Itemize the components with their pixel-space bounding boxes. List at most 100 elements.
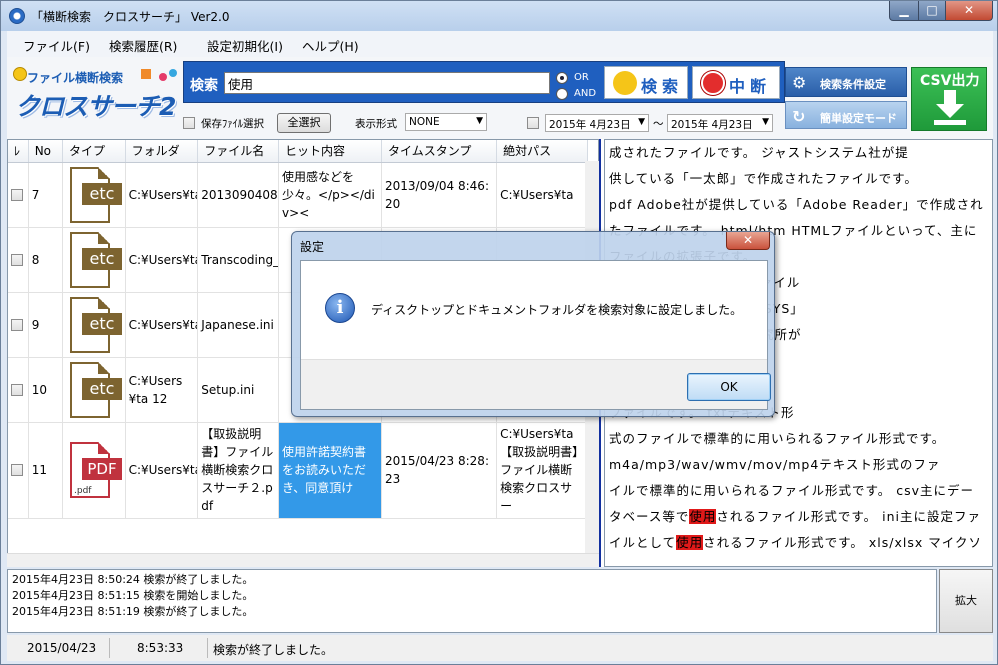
and-label: AND — [574, 88, 597, 99]
and-radio[interactable] — [556, 88, 568, 100]
row-checkbox[interactable] — [11, 253, 23, 266]
stop-icon — [701, 71, 725, 95]
music-notes-icon — [141, 69, 177, 81]
or-label: OR — [574, 72, 589, 83]
app-icon — [9, 8, 25, 24]
row-no: 9 — [28, 292, 64, 358]
row-checkbox[interactable] — [11, 318, 23, 331]
preview-text: 成されたファイルです。 ジャストシステム社が提 — [609, 145, 909, 160]
preview-line: タベース等で使用されるファイル形式です。 ini主に設定ファ — [609, 504, 988, 530]
search-panel: 検索 OR AND 検索 中断 — [183, 61, 785, 103]
status-message: 検索が終了しました。 — [213, 643, 334, 657]
simple-mode-button[interactable]: ↻ 簡単設定モード — [785, 101, 907, 129]
stop-button[interactable]: 中断 — [692, 66, 780, 99]
close-button[interactable]: ✕ — [945, 1, 993, 21]
preview-line: pdf Adobe社が提供している「Adobe Reader」で作成され — [609, 192, 988, 218]
main-window: 「横断検索 クロスサーチ」 Ver2.0 ▁ □ ✕ ファイル(F) 検索履歴(… — [0, 0, 998, 665]
preview-line: イルとして使用されるファイル形式です。 xls/xlsx マイクソ — [609, 530, 988, 556]
bulb-icon — [13, 67, 27, 81]
preview-text: 式のファイルで標準的に用いられるファイル形式です。 — [609, 431, 946, 446]
pdf-file-icon: PDF .pdf — [66, 440, 122, 500]
grid-horizontal-scrollbar[interactable] — [7, 553, 599, 567]
status-bar: 2015/04/23 8:53:33 検索が終了しました。 — [7, 635, 993, 661]
dialog-close-button[interactable]: ✕ — [726, 232, 770, 250]
or-radio[interactable] — [556, 72, 568, 84]
display-format-select[interactable]: NONE ▼ — [405, 113, 487, 131]
etc-file-icon: etc — [66, 295, 122, 355]
row-no: 11 — [28, 422, 64, 519]
date-to-picker[interactable]: 2015年 4月23日 ▼ — [667, 114, 773, 132]
row-filename: Japanese.ini — [197, 292, 280, 358]
settings-dialog: 設定 ✕ i ディスクトップとドキュメントフォルダを検索対象に設定しました。 O… — [291, 231, 775, 417]
log-area: 2015年4月23日 8:50:24 検索が終了しました。 2015年4月23日… — [7, 569, 937, 633]
search-input[interactable] — [224, 72, 550, 94]
preview-line: 成されたファイルです。 ジャストシステム社が提 — [609, 140, 988, 166]
search-conditions-button[interactable]: ⚙ 検索条件設定 — [785, 67, 907, 97]
preview-line: m4a/mp3/wav/wmv/mov/mp4テキスト形式のファ — [609, 452, 988, 478]
preview-text: イルで標準的に用いられるファイル形式です。 csv主にデー — [609, 483, 975, 498]
row-hit: 使用感などを少々。</p></div>< — [278, 162, 383, 228]
title-bar[interactable]: 「横断検索 クロスサーチ」 Ver2.0 ▁ □ ✕ — [1, 1, 997, 31]
row-filename: 20130904084 — [197, 162, 280, 228]
row-checkbox[interactable] — [11, 188, 23, 201]
col-folder[interactable]: フォルダ — [125, 140, 199, 163]
menu-help[interactable]: ヘルプ(H) — [302, 36, 359, 55]
row-folder: C:¥Users¥ta — [125, 422, 199, 519]
table-row[interactable]: 11 PDF .pdf C:¥Users¥ta 【取扱説明書】ファイル横断検索クロ… — [8, 422, 588, 519]
display-format-label: 表示形式 — [355, 118, 397, 130]
col-no[interactable]: No — [28, 140, 64, 163]
minimize-button[interactable]: ▁ — [889, 1, 919, 21]
preview-line: 供している「一太郎」で作成されたファイルです。 — [609, 166, 988, 192]
etc-file-icon: etc — [66, 230, 122, 290]
col-check[interactable]: ﾚ — [8, 140, 29, 163]
row-hit: 使用許諾契約書をお読みいただき、同意頂け — [278, 422, 383, 519]
etc-file-icon: etc — [66, 165, 122, 225]
dialog-message: ディスクトップとドキュメントフォルダを検索対象に設定しました。 — [371, 303, 743, 317]
status-time: 8:53:33 — [137, 641, 184, 655]
preview-text: イルとして — [609, 535, 677, 550]
window-title: 「横断検索 クロスサーチ」 Ver2.0 — [31, 10, 230, 24]
chevron-down-icon: ▼ — [476, 116, 483, 126]
chevron-down-icon: ▼ — [638, 117, 645, 127]
row-filename: Setup.ini — [197, 357, 280, 423]
row-no: 8 — [28, 227, 64, 293]
menu-history[interactable]: 検索履歴(R) — [109, 36, 177, 55]
select-all-button[interactable]: 全選択 — [277, 113, 331, 133]
download-icon — [934, 90, 966, 125]
date-filter-checkbox[interactable] — [527, 117, 539, 129]
col-hit[interactable]: ヒット内容 — [278, 140, 383, 163]
preview-text: m4a/mp3/wav/wmv/mov/mp4テキスト形式のファ — [609, 457, 941, 472]
menu-file[interactable]: ファイル(F) — [23, 36, 90, 55]
csv-export-button[interactable]: CSV出力 — [911, 67, 987, 131]
dialog-title: 設定 — [300, 240, 325, 254]
row-checkbox[interactable] — [11, 464, 23, 476]
grid-header: ﾚ No タイプ フォルダ ファイル名 ヒット内容 タイムスタンプ 絶対パス — [8, 140, 588, 163]
col-path[interactable]: 絶対パス — [496, 140, 588, 163]
row-no: 10 — [28, 357, 64, 423]
row-folder: C:¥Users¥ta — [125, 227, 199, 293]
row-checkbox[interactable] — [11, 383, 23, 396]
col-type[interactable]: タイプ — [62, 140, 126, 163]
save-select-label: 保存ﾌｧｲﾙ選択 — [201, 118, 264, 130]
preview-line: 式のファイルで標準的に用いられるファイル形式です。 — [609, 426, 988, 452]
col-timestamp[interactable]: タイムスタンプ — [381, 140, 498, 163]
row-filename: 【取扱説明書】ファイル横断検索クロスサーチ２.pdf — [197, 422, 280, 519]
expand-button[interactable]: 拡大 — [939, 569, 993, 633]
preview-text: 供している「一太郎」で作成されたファイルです。 — [609, 171, 918, 186]
menu-reset[interactable]: 設定初期化(I) — [207, 36, 283, 55]
gear-icon: ⚙ — [792, 73, 807, 92]
col-filename[interactable]: ファイル名 — [197, 140, 280, 163]
maximize-button[interactable]: □ — [918, 1, 946, 21]
save-select-checkbox[interactable] — [183, 117, 195, 129]
hit-highlight: 使用 — [689, 509, 717, 524]
date-from-picker[interactable]: 2015年 4月23日 ▼ — [545, 114, 649, 132]
search-label: 検索 — [190, 78, 218, 94]
ok-button[interactable]: OK — [687, 373, 771, 401]
table-row[interactable]: 7 etc C:¥Users¥ta 20130904084 使用感などを少々。<… — [8, 162, 588, 228]
row-timestamp: 2013/09/04 8:46:20 — [381, 162, 498, 228]
chevron-down-icon: ▼ — [762, 117, 769, 127]
date-separator: ～ — [653, 118, 664, 130]
search-button[interactable]: 検索 — [604, 66, 688, 99]
row-filename: Transcoding_ — [197, 227, 280, 293]
menu-bar: ファイル(F) 検索履歴(R) 設定初期化(I) ヘルプ(H) — [7, 31, 993, 57]
